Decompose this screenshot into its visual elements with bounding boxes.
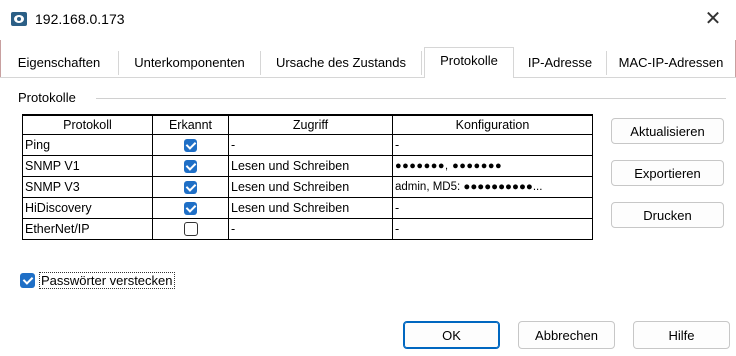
title-bar: 192.168.0.173 ✕ [0,0,736,40]
table-row[interactable]: Ping - - [22,134,593,156]
cell-access: - [228,218,393,240]
table-row[interactable]: SNMP V3 Lesen und Schreiben admin, MD5: … [22,176,593,198]
protocols-table-container: Protokoll Erkannt Zugriff Konfiguration … [22,114,598,248]
cell-access: Lesen und Schreiben [228,155,393,177]
tab-ursache-des-zustands[interactable]: Ursache des Zustands [261,51,422,75]
cell-config: - [392,218,593,240]
tab-mac-ip-adressen[interactable]: MAC-IP-Adressen [607,51,735,75]
protocols-table: Protokoll Erkannt Zugriff Konfiguration … [22,114,593,240]
detected-checkbox[interactable] [183,222,198,237]
column-header-zugriff[interactable]: Zugriff [228,114,393,135]
detected-checkbox[interactable] [184,181,197,195]
cell-access: Lesen und Schreiben [228,197,393,219]
detected-checkbox[interactable] [184,139,197,153]
table-row[interactable]: SNMP V1 Lesen und Schreiben ●●●●●●●, ●●●… [22,155,593,177]
detected-checkbox[interactable] [184,160,197,174]
export-button[interactable]: Exportieren [611,160,724,186]
print-button[interactable]: Drucken [611,202,724,228]
tab-protokolle[interactable]: Protokolle [424,47,514,79]
cell-access: Lesen und Schreiben [228,176,393,198]
table-row[interactable]: EtherNet/IP - - [22,218,593,240]
hide-passwords-checkbox[interactable] [20,273,35,288]
help-button[interactable]: Hilfe [633,321,730,349]
table-row[interactable]: HiDiscovery Lesen und Schreiben - [22,197,593,219]
cell-config: - [392,197,593,219]
cell-protocol: Ping [22,134,153,156]
column-header-protokoll[interactable]: Protokoll [22,114,153,135]
hide-passwords-label[interactable]: Passwörter verstecken [39,272,175,289]
cell-protocol: EtherNet/IP [22,218,153,240]
column-header-erkannt[interactable]: Erkannt [152,114,229,135]
cell-protocol: SNMP V3 [22,176,153,198]
cell-config: admin, MD5: ●●●●●●●●●●... [392,176,593,198]
refresh-button[interactable]: Aktualisieren [611,118,724,144]
detected-checkbox[interactable] [184,202,197,216]
tab-bar: Eigenschaften Unterkomponenten Ursache d… [0,47,736,79]
ok-button[interactable]: OK [403,321,500,349]
column-header-konfiguration[interactable]: Konfiguration [392,114,593,135]
tab-ip-adresse[interactable]: IP-Adresse [514,51,607,75]
cancel-button[interactable]: Abbrechen [518,321,615,349]
cell-access: - [228,134,393,156]
cell-protocol: SNMP V1 [22,155,153,177]
close-icon[interactable]: ✕ [700,6,726,32]
tab-eigenschaften[interactable]: Eigenschaften [0,51,119,75]
app-eye-icon [11,12,27,26]
group-label: Protokolle [18,90,82,105]
cell-protocol: HiDiscovery [22,197,153,219]
tab-unterkomponenten[interactable]: Unterkomponenten [119,51,261,75]
window-title: 192.168.0.173 [35,11,125,27]
cell-config: ●●●●●●●, ●●●●●●● [392,155,593,177]
group-divider [96,98,726,99]
cell-config: - [392,134,593,156]
table-header-row: Protokoll Erkannt Zugriff Konfiguration [22,114,593,135]
